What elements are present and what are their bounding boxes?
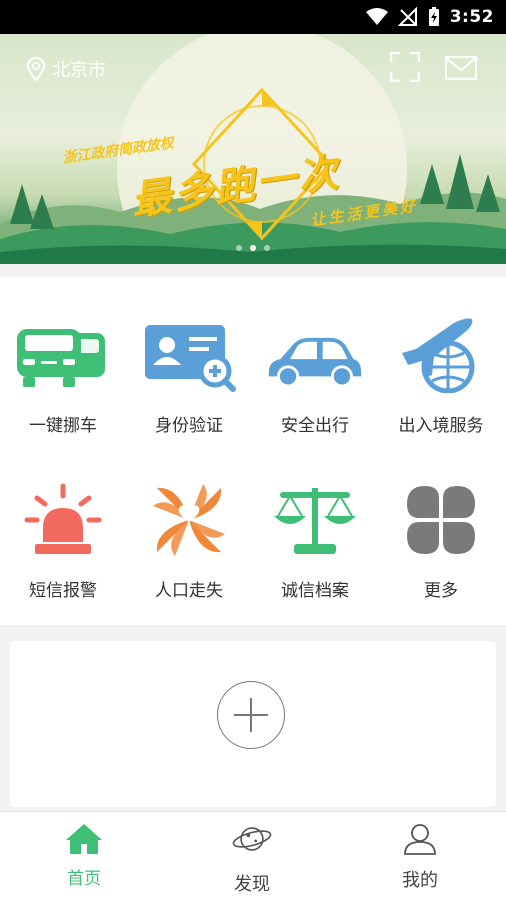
no-signal-icon <box>397 7 417 26</box>
service-credit-record[interactable]: 诚信档案 <box>252 442 378 601</box>
scales-icon <box>265 480 365 560</box>
carousel-dot-active[interactable] <box>250 245 256 251</box>
service-label: 更多 <box>424 581 458 601</box>
bottom-tab-bar: 首页 发现 我的 <box>0 811 506 900</box>
status-icons: 3:52 <box>365 0 494 34</box>
sedan-icon <box>265 321 365 401</box>
home-icon <box>64 822 104 856</box>
plane-globe-icon <box>391 313 491 393</box>
carousel-indicator <box>0 245 506 251</box>
service-border-entry[interactable]: 出入境服务 <box>378 277 504 436</box>
add-button[interactable] <box>217 681 285 749</box>
carousel-dot[interactable] <box>236 245 242 251</box>
service-label: 短信报警 <box>29 581 97 601</box>
id-card-search-icon <box>139 317 239 397</box>
location-selector[interactable]: 北京市 <box>26 56 106 82</box>
planet-icon <box>232 822 272 856</box>
service-missing-person[interactable]: 人口走失 <box>126 442 252 601</box>
add-widget-card <box>10 641 496 807</box>
banner-carousel[interactable]: 浙江政府简政放权 最多跑一次 让生活更美好 北京市 <box>0 34 506 264</box>
plus-icon <box>234 698 268 732</box>
service-sms-alarm[interactable]: 短信报警 <box>0 442 126 601</box>
alarm-light-icon <box>13 480 113 560</box>
car-icon <box>13 317 113 397</box>
service-safe-travel[interactable]: 安全出行 <box>252 277 378 436</box>
location-pin-icon <box>26 57 46 81</box>
tab-profile[interactable]: 我的 <box>336 812 504 900</box>
service-label: 安全出行 <box>281 416 349 436</box>
service-label: 诚信档案 <box>281 581 349 601</box>
scan-icon[interactable] <box>390 52 420 82</box>
tab-label: 我的 <box>402 870 438 891</box>
service-label: 身份验证 <box>155 416 223 436</box>
service-label: 出入境服务 <box>398 416 484 436</box>
pinwheel-heart-icon <box>139 480 239 560</box>
service-label: 人口走失 <box>155 581 223 601</box>
service-grid: 一键挪车 身份验证 安全出行 出入境服务 短信报警 人口走失 诚信档案 更多 <box>0 277 506 625</box>
status-bar: 3:52 <box>0 0 506 34</box>
service-label: 一键挪车 <box>29 416 97 436</box>
service-id-verify[interactable]: 身份验证 <box>126 277 252 436</box>
tab-label: 首页 <box>67 869 101 889</box>
tab-discover[interactable]: 发现 <box>168 812 336 900</box>
wifi-icon <box>365 8 388 25</box>
tab-home[interactable]: 首页 <box>0 812 168 900</box>
city-label: 北京市 <box>52 60 106 81</box>
user-icon <box>400 822 440 856</box>
service-more[interactable]: 更多 <box>378 442 504 601</box>
carousel-dot[interactable] <box>264 245 270 251</box>
more-grid-icon <box>391 480 491 560</box>
service-move-car[interactable]: 一键挪车 <box>0 277 126 436</box>
clock: 3:52 <box>449 7 494 27</box>
mail-icon[interactable] <box>445 56 477 80</box>
tab-label: 发现 <box>234 874 270 895</box>
battery-charging-icon <box>428 7 439 26</box>
